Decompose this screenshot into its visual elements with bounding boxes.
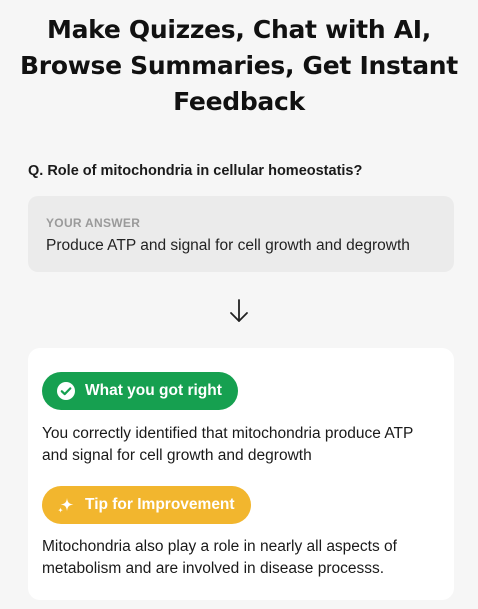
tip-feedback-text: Mitochondria also play a role in nearly … — [42, 538, 397, 577]
feedback-card: What you got right You correctly identif… — [28, 348, 454, 600]
arrow-down-icon — [230, 299, 248, 322]
tip-badge-label: Tip for Improvement — [85, 496, 235, 513]
correct-feedback-text: You correctly identified that mitochondr… — [42, 425, 414, 464]
answer-box: YOUR ANSWER Produce ATP and signal for c… — [28, 196, 454, 272]
tip-badge: Tip for Improvement — [42, 486, 251, 524]
headline-line-2: Browse Summaries, Get Instant — [20, 51, 458, 80]
question-text: Q. Role of mitochondria in cellular home… — [28, 163, 363, 179]
check-circle-icon — [57, 382, 75, 400]
headline-line-3: Feedback — [173, 87, 305, 116]
headline: Make Quizzes, Chat with AI, Browse Summa… — [0, 12, 478, 120]
answer-label: YOUR ANSWER — [46, 216, 141, 230]
correct-badge: What you got right — [42, 372, 238, 410]
sparkle-icon — [58, 498, 74, 513]
correct-badge-label: What you got right — [85, 382, 222, 399]
answer-text: Produce ATP and signal for cell growth a… — [46, 237, 410, 254]
headline-line-1: Make Quizzes, Chat with AI, — [47, 15, 431, 44]
